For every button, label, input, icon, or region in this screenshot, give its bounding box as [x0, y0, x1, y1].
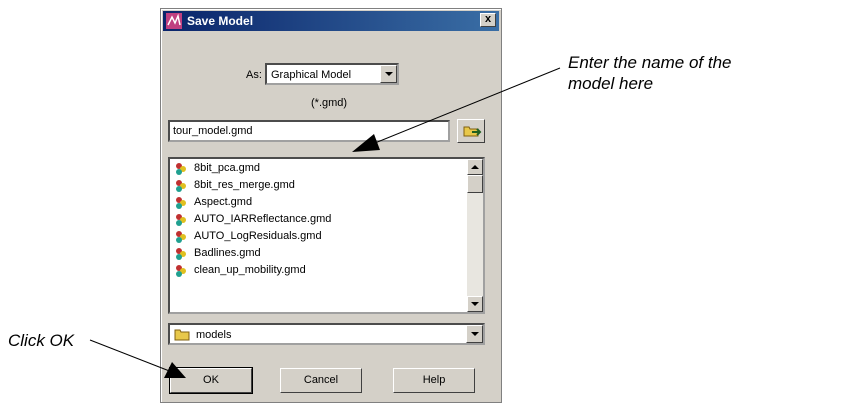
arrow-line-click-ok — [89, 339, 173, 373]
arrow-head-enter-name — [352, 134, 380, 152]
arrow-line-enter-name — [369, 67, 561, 146]
annotation-arrows — [89, 67, 561, 378]
